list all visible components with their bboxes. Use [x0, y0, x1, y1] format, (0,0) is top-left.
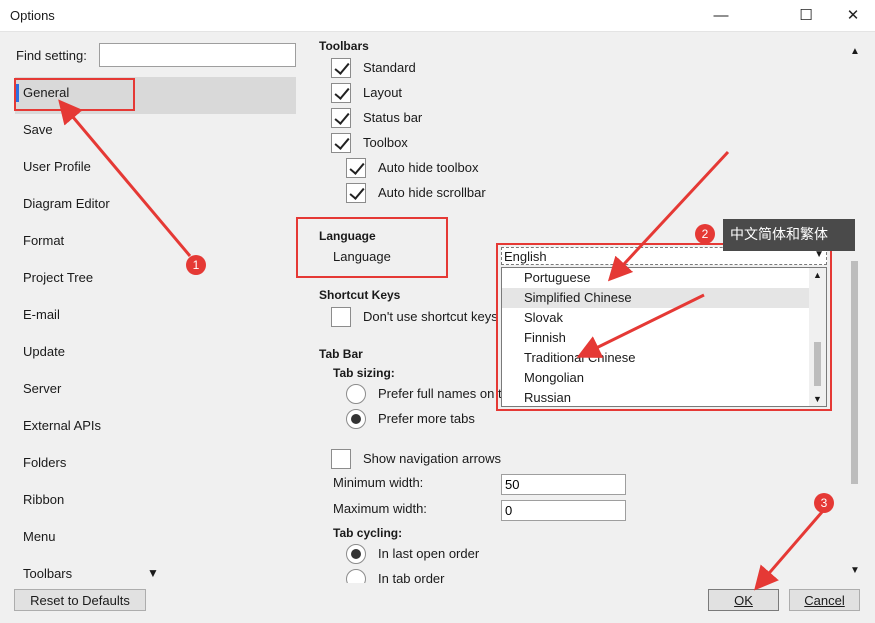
toolbox-checkbox[interactable] — [331, 133, 351, 153]
title-bar: Options — ☐ ✕ — [0, 0, 875, 32]
find-setting-label: Find setting: — [16, 48, 87, 63]
auto-hide-toolbox-checkbox[interactable] — [346, 158, 366, 178]
auto-hide-scrollbar-label: Auto hide scrollbar — [378, 185, 486, 200]
sidebar-item-email[interactable]: E-mail — [15, 299, 296, 336]
maximize-button[interactable]: ☐ — [784, 0, 828, 32]
annotation-tooltip: 中文简体和繁体 — [723, 219, 855, 251]
no-shortcut-keys-checkbox[interactable] — [331, 307, 351, 327]
maximum-width-label: Maximum width: — [333, 501, 427, 516]
content-scroll-down-icon[interactable]: ▼ — [850, 565, 860, 576]
show-navigation-arrows-checkbox[interactable] — [331, 449, 351, 469]
shortcut-keys-heading: Shortcut Keys — [319, 288, 401, 302]
no-shortcut-keys-label: Don't use shortcut keys — [363, 309, 498, 324]
last-open-order-label: In last open order — [378, 546, 480, 561]
standard-label: Standard — [363, 60, 416, 75]
reset-to-defaults-button[interactable]: Reset to Defaults — [14, 589, 146, 611]
sidebar-item-diagram-editor[interactable]: Diagram Editor — [15, 188, 296, 225]
ok-button[interactable]: OK — [708, 589, 779, 611]
toolbox-label: Toolbox — [363, 135, 408, 150]
cancel-button[interactable]: Cancel — [789, 589, 860, 611]
annotation-box-general — [14, 78, 135, 111]
sidebar-item-user-profile[interactable]: User Profile — [15, 151, 296, 188]
sidebar-item-update[interactable]: Update — [15, 336, 296, 373]
annotation-box-language — [296, 217, 448, 278]
toolbars-heading: Toolbars — [319, 39, 369, 53]
last-open-order-radio[interactable] — [346, 544, 366, 564]
tab-order-radio[interactable] — [346, 569, 366, 583]
auto-hide-scrollbar-checkbox[interactable] — [346, 183, 366, 203]
auto-hide-toolbox-label: Auto hide toolbox — [378, 160, 479, 175]
maximum-width-input[interactable] — [501, 500, 626, 521]
status-bar-checkbox[interactable] — [331, 108, 351, 128]
sidebar-item-menu[interactable]: Menu — [15, 521, 296, 558]
step-2-badge: 2 — [695, 224, 715, 244]
sidebar-item-project-tree[interactable]: Project Tree — [15, 262, 296, 299]
tab-bar-heading: Tab Bar — [319, 347, 363, 361]
tab-sizing-heading: Tab sizing: — [333, 366, 395, 380]
prefer-more-tabs-label: Prefer more tabs — [378, 411, 475, 426]
sidebar-item-external-apis[interactable]: External APIs — [15, 410, 296, 447]
sidebar-item-save[interactable]: Save — [15, 114, 296, 151]
settings-sidebar: Find setting: General Save User Profile … — [0, 33, 305, 583]
show-navigation-arrows-label: Show navigation arrows — [363, 451, 502, 466]
tab-cycling-heading: Tab cycling: — [333, 526, 403, 540]
sidebar-item-folders[interactable]: Folders — [15, 447, 296, 484]
content-scroll-thumb[interactable] — [851, 261, 858, 484]
close-button[interactable]: ✕ — [831, 0, 875, 32]
step-3-badge: 3 — [814, 493, 834, 513]
prefer-full-names-radio[interactable] — [346, 384, 366, 404]
step-1-badge: 1 — [186, 255, 206, 275]
prefer-more-tabs-radio[interactable] — [346, 409, 366, 429]
minimum-width-label: Minimum width: — [333, 475, 424, 490]
scroll-more-down-icon[interactable]: ▼ — [147, 566, 159, 580]
find-setting-input[interactable] — [99, 43, 296, 67]
annotation-box-dropdown — [496, 243, 832, 411]
minimum-width-input[interactable] — [501, 474, 626, 495]
sidebar-item-server[interactable]: Server — [15, 373, 296, 410]
category-list: General Save User Profile Diagram Editor… — [15, 77, 296, 595]
layout-label: Layout — [363, 85, 403, 100]
sidebar-item-ribbon[interactable]: Ribbon — [15, 484, 296, 521]
sidebar-item-format[interactable]: Format — [15, 225, 296, 262]
content-scroll-up-icon[interactable]: ▲ — [850, 46, 860, 57]
minimize-button[interactable]: — — [699, 0, 743, 32]
window-title: Options — [10, 8, 55, 23]
status-bar-label: Status bar — [363, 110, 423, 125]
tab-order-label: In tab order — [378, 571, 445, 583]
layout-checkbox[interactable] — [331, 83, 351, 103]
standard-checkbox[interactable] — [331, 58, 351, 78]
